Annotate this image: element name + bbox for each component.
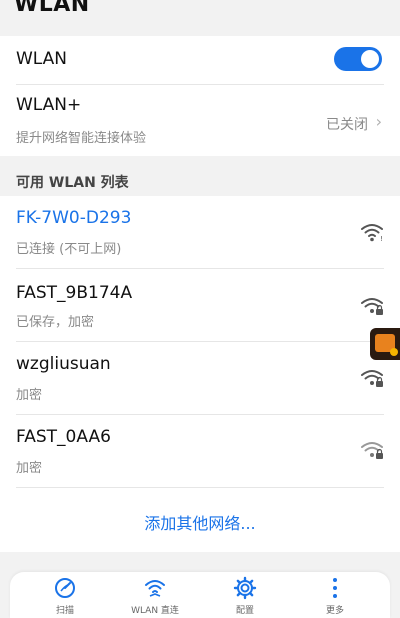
wlan-plus-status: 已关闭 [326, 117, 368, 133]
network-status: 已保存，加密 [16, 315, 95, 330]
network-ssid: FAST_9B174A [16, 283, 133, 303]
wifi-signal-icon: ! [361, 224, 383, 242]
network-item[interactable]: FAST_9B174A 已保存，加密 [0, 269, 400, 341]
section-header: 可用 WLAN 列表 [16, 175, 129, 191]
network-ssid: FAST_0AA6 [16, 427, 111, 447]
network-ssid: FK-7W0-D293 [16, 208, 132, 228]
nav-config-label: 配置 [235, 606, 254, 616]
wlan-switch[interactable] [334, 47, 382, 71]
wlan-plus-subtitle: 提升网络智能连接体验 [16, 131, 147, 146]
wifi-locked-icon [361, 442, 383, 459]
scan-icon [55, 578, 75, 598]
nav-scan[interactable]: 扫描 [30, 576, 100, 616]
wifi-locked-icon [361, 298, 383, 315]
page-title: WLAN [14, 0, 90, 17]
switch-knob [361, 50, 379, 68]
settings-gear-icon [233, 576, 257, 600]
divider [16, 487, 384, 488]
nav-scan-label: 扫描 [55, 606, 74, 616]
wlan-toggle-label: WLAN [16, 49, 68, 69]
nav-more-label: 更多 [325, 606, 344, 616]
floating-app-icon[interactable] [370, 328, 400, 360]
network-item[interactable]: wzgliusuan 加密 [0, 342, 400, 414]
svg-text:!: ! [380, 235, 383, 242]
network-status: 加密 [16, 388, 43, 403]
wifi-direct-icon [145, 580, 165, 597]
wlan-plus-title: WLAN+ [16, 95, 82, 115]
bottom-nav-bar: 扫描 WLAN 直连 配置 更多 [10, 572, 390, 618]
nav-config[interactable]: 配置 [210, 576, 280, 616]
network-status: 加密 [16, 461, 43, 476]
app-icon-badge [390, 348, 398, 356]
more-vertical-icon [333, 578, 337, 598]
app-header: WLAN [0, 0, 400, 36]
network-status: 已连接 (不可上网) [16, 242, 122, 257]
network-item[interactable]: FK-7W0-D293 已连接 (不可上网) [0, 196, 400, 268]
wifi-locked-icon [361, 370, 383, 387]
network-ssid: wzgliusuan [16, 354, 111, 374]
add-network-link[interactable]: 添加其他网络... [0, 510, 400, 534]
nav-more[interactable]: 更多 [300, 576, 370, 616]
nav-wifi-direct-label: WLAN 直连 [131, 606, 179, 616]
nav-wifi-direct[interactable]: WLAN 直连 [120, 576, 190, 616]
chevron-right-icon: › [375, 112, 382, 131]
network-item[interactable]: FAST_0AA6 加密 [0, 415, 400, 487]
